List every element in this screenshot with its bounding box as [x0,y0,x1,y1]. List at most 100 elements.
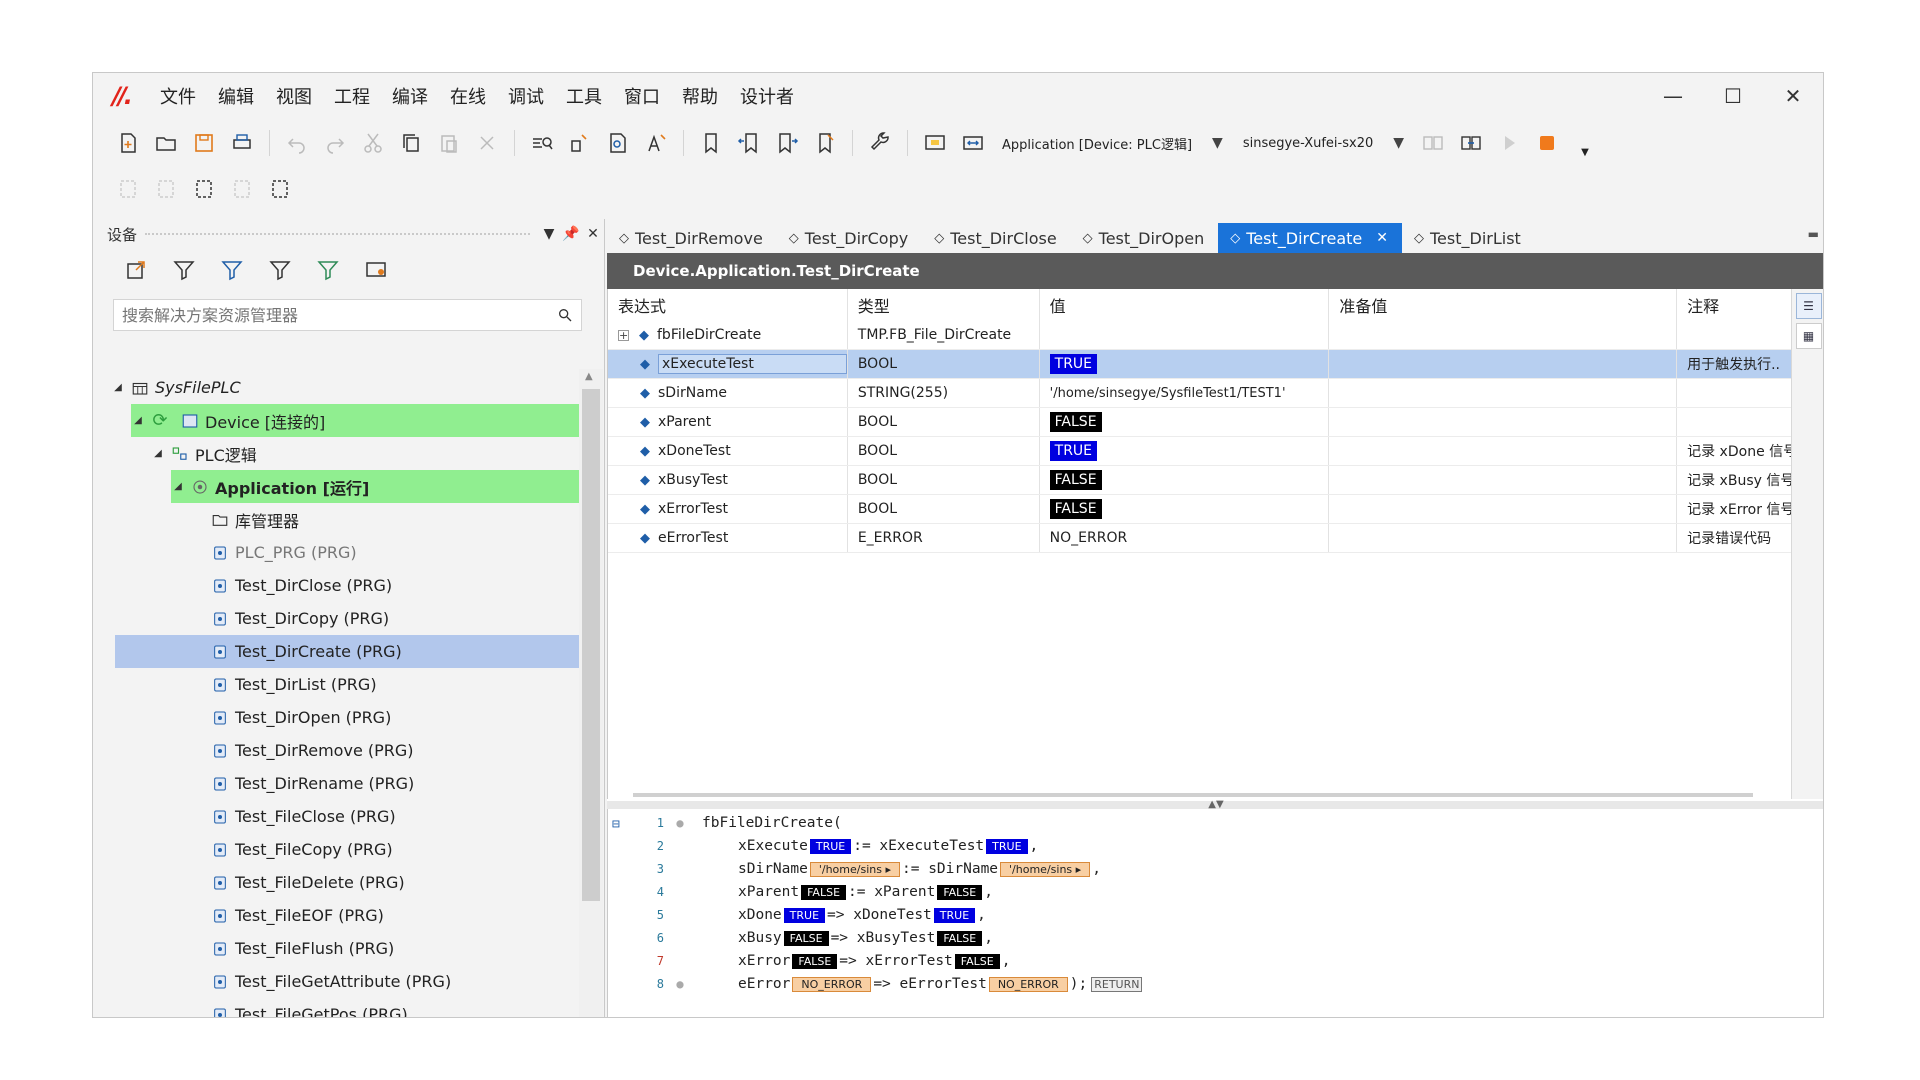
maximize-button[interactable]: ☐ [1703,73,1763,119]
copy-icon[interactable] [396,128,426,158]
collapse-icon[interactable]: ◢ [131,415,145,426]
tree-item-application[interactable]: ◢ Application [运行] [171,470,579,503]
print-icon[interactable] [227,128,257,158]
tree-item-pou[interactable]: Test_FileFlush (PRG) [205,932,565,965]
tab-test-dirlist[interactable]: ◇ Test_DirList [1402,223,1535,253]
bookmark-next-icon[interactable] [772,128,802,158]
inline-value[interactable]: FALSE [937,930,983,946]
row-prepared[interactable] [1329,495,1678,523]
connection-icon[interactable] [958,128,988,158]
active-application-select[interactable]: Application [Device: PLC逻辑] ▼ [1002,134,1223,153]
table-view-icon[interactable]: ▦ [1795,323,1822,349]
filter-icon[interactable] [169,255,199,285]
tree-item-pou[interactable]: Test_FileGetAttribute (PRG) [205,965,565,998]
tree-item-pou[interactable]: Test_FileEOF (PRG) [205,899,565,932]
col-expression[interactable]: 表达式 [608,289,848,321]
delete-icon[interactable] [472,128,502,158]
row-prepared[interactable] [1329,466,1678,494]
tab-test-dirremove[interactable]: ◇ Test_DirRemove [607,223,777,253]
open-folder-icon[interactable] [151,128,181,158]
inline-value[interactable]: NO_ERROR [792,976,872,992]
watch-hscrollbar[interactable] [633,793,1753,797]
collapse-icon[interactable]: ◢ [111,382,125,393]
collapse-icon[interactable]: ◢ [171,481,185,492]
tree-item-library-manager[interactable]: 库管理器 [205,503,565,536]
menu-online[interactable]: 在线 [439,83,497,109]
cut-icon[interactable] [358,128,388,158]
menu-edit[interactable]: 编辑 [207,83,265,109]
tree-item-pou[interactable]: Test_FileCopy (PRG) [205,833,565,866]
collapse-icon[interactable]: ◢ [151,448,165,459]
scrollbar-thumb[interactable] [582,389,600,901]
tab-test-diropen[interactable]: ◇ Test_DirOpen [1071,223,1219,253]
declaration-view-icon[interactable]: ☰ [1795,293,1822,319]
col-type[interactable]: 类型 [848,289,1040,321]
tree-item-project[interactable]: ◢ SysFilePLC [111,371,571,404]
bookmark-prev-icon[interactable] [734,128,764,158]
page-icon[interactable] [265,174,295,204]
row-prepared[interactable] [1329,524,1678,552]
replace-icon[interactable] [565,128,595,158]
login-icon[interactable] [1418,128,1448,158]
watch-row[interactable]: + ◆ fbFileDirCreate TMP.FB_File_DirCreate [608,321,1791,350]
solution-search[interactable] [113,299,582,331]
tab-test-dircopy[interactable]: ◇ Test_DirCopy [777,223,922,253]
close-panel-icon[interactable]: ✕ [582,226,604,242]
expand-icon[interactable]: + [618,329,629,341]
solution-search-input[interactable] [122,305,557,325]
tree-item-pou[interactable]: Test_FileDelete (PRG) [205,866,565,899]
close-window-button[interactable]: ✕ [1763,73,1823,119]
tree-item-pou[interactable]: Test_DirClose (PRG) [205,569,565,602]
watch-row-selected[interactable]: ◆ xExecuteTest BOOL TRUE 用于触发执行.. [608,350,1791,379]
menu-tools[interactable]: 工具 [555,83,613,109]
panel-menu-icon[interactable]: ▼ [538,226,560,242]
watch-row[interactable]: ◆ xDoneTest BOOL TRUE 记录 xDone 信号 [608,437,1791,466]
save-icon[interactable] [189,128,219,158]
menu-view[interactable]: 视图 [265,83,323,109]
tree-item-pou[interactable]: Test_DirRename (PRG) [205,767,565,800]
device-screen-icon[interactable] [920,128,950,158]
col-prepared-value[interactable]: 准备值 [1329,289,1678,321]
menu-build[interactable]: 编译 [381,83,439,109]
scroll-up-icon[interactable]: ▲ [585,371,593,382]
tree-item-pou[interactable]: Test_FileGetPos (PRG) [205,998,565,1017]
code-line[interactable]: 2 xExecute TRUE:= xExecuteTest TRUE, [608,834,1823,857]
run-icon[interactable] [1494,128,1524,158]
stop-icon[interactable] [1532,128,1562,158]
filter-icon[interactable] [313,255,343,285]
code-line[interactable]: 7 xError FALSE => xErrorTest FALSE, [608,949,1823,972]
row-prepared[interactable] [1329,350,1678,378]
tree-item-pou[interactable]: Test_DirRemove (PRG) [205,734,565,767]
col-value[interactable]: 值 [1040,289,1330,321]
find-icon[interactable] [527,128,557,158]
inline-value[interactable]: FALSE [937,884,983,900]
tab-overflow-icon[interactable]: ▬ [1808,227,1819,241]
tree-item-device[interactable]: ◢ ⟳ Device [连接的] [131,404,579,437]
inline-value[interactable]: FALSE [801,884,847,900]
inline-value[interactable]: '/home/sins ▸ [1000,861,1091,877]
bookmark-icon[interactable] [696,128,726,158]
redo-icon[interactable] [320,128,350,158]
menu-debug[interactable]: 调试 [497,83,555,109]
watch-row[interactable]: ◆ sDirName STRING(255) '/home/sinsegye/Sy… [608,379,1791,408]
row-prepared[interactable] [1329,379,1678,407]
close-tab-icon[interactable]: ✕ [1376,230,1388,246]
code-line[interactable]: 1 ● fbFileDirCreate( [608,811,1823,834]
paste-icon[interactable] [434,128,464,158]
row-prepared[interactable] [1329,408,1678,436]
page-icon[interactable] [227,174,257,204]
breakpoint-dot[interactable]: ● [670,977,690,991]
menu-project[interactable]: 工程 [323,83,381,109]
page-icon[interactable] [189,174,219,204]
inline-value[interactable]: TRUE [783,907,826,923]
find-in-files-icon[interactable] [603,128,633,158]
minimize-button[interactable]: — [1643,73,1703,119]
inline-value[interactable]: '/home/sins ▸ [809,861,900,877]
settings-wrench-icon[interactable] [865,128,895,158]
inline-value[interactable]: FALSE [954,953,1000,969]
page-icon[interactable] [113,174,143,204]
logout-icon[interactable] [1456,128,1486,158]
tree-item-pou[interactable]: PLC_PRG (PRG) [205,536,565,569]
inline-value[interactable]: FALSE [783,930,829,946]
watch-row[interactable]: ◆ eErrorTest E_ERROR NO_ERROR 记录错误代码 [608,524,1791,553]
